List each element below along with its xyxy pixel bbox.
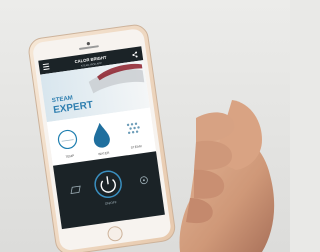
photo-svg: CALOR BRIGHT STEAM IRON APP STEAM EXPERT… bbox=[0, 0, 290, 252]
hamburger-menu-icon[interactable] bbox=[42, 63, 50, 71]
photo-scene: CALOR BRIGHT STEAM IRON APP STEAM EXPERT… bbox=[0, 0, 290, 252]
